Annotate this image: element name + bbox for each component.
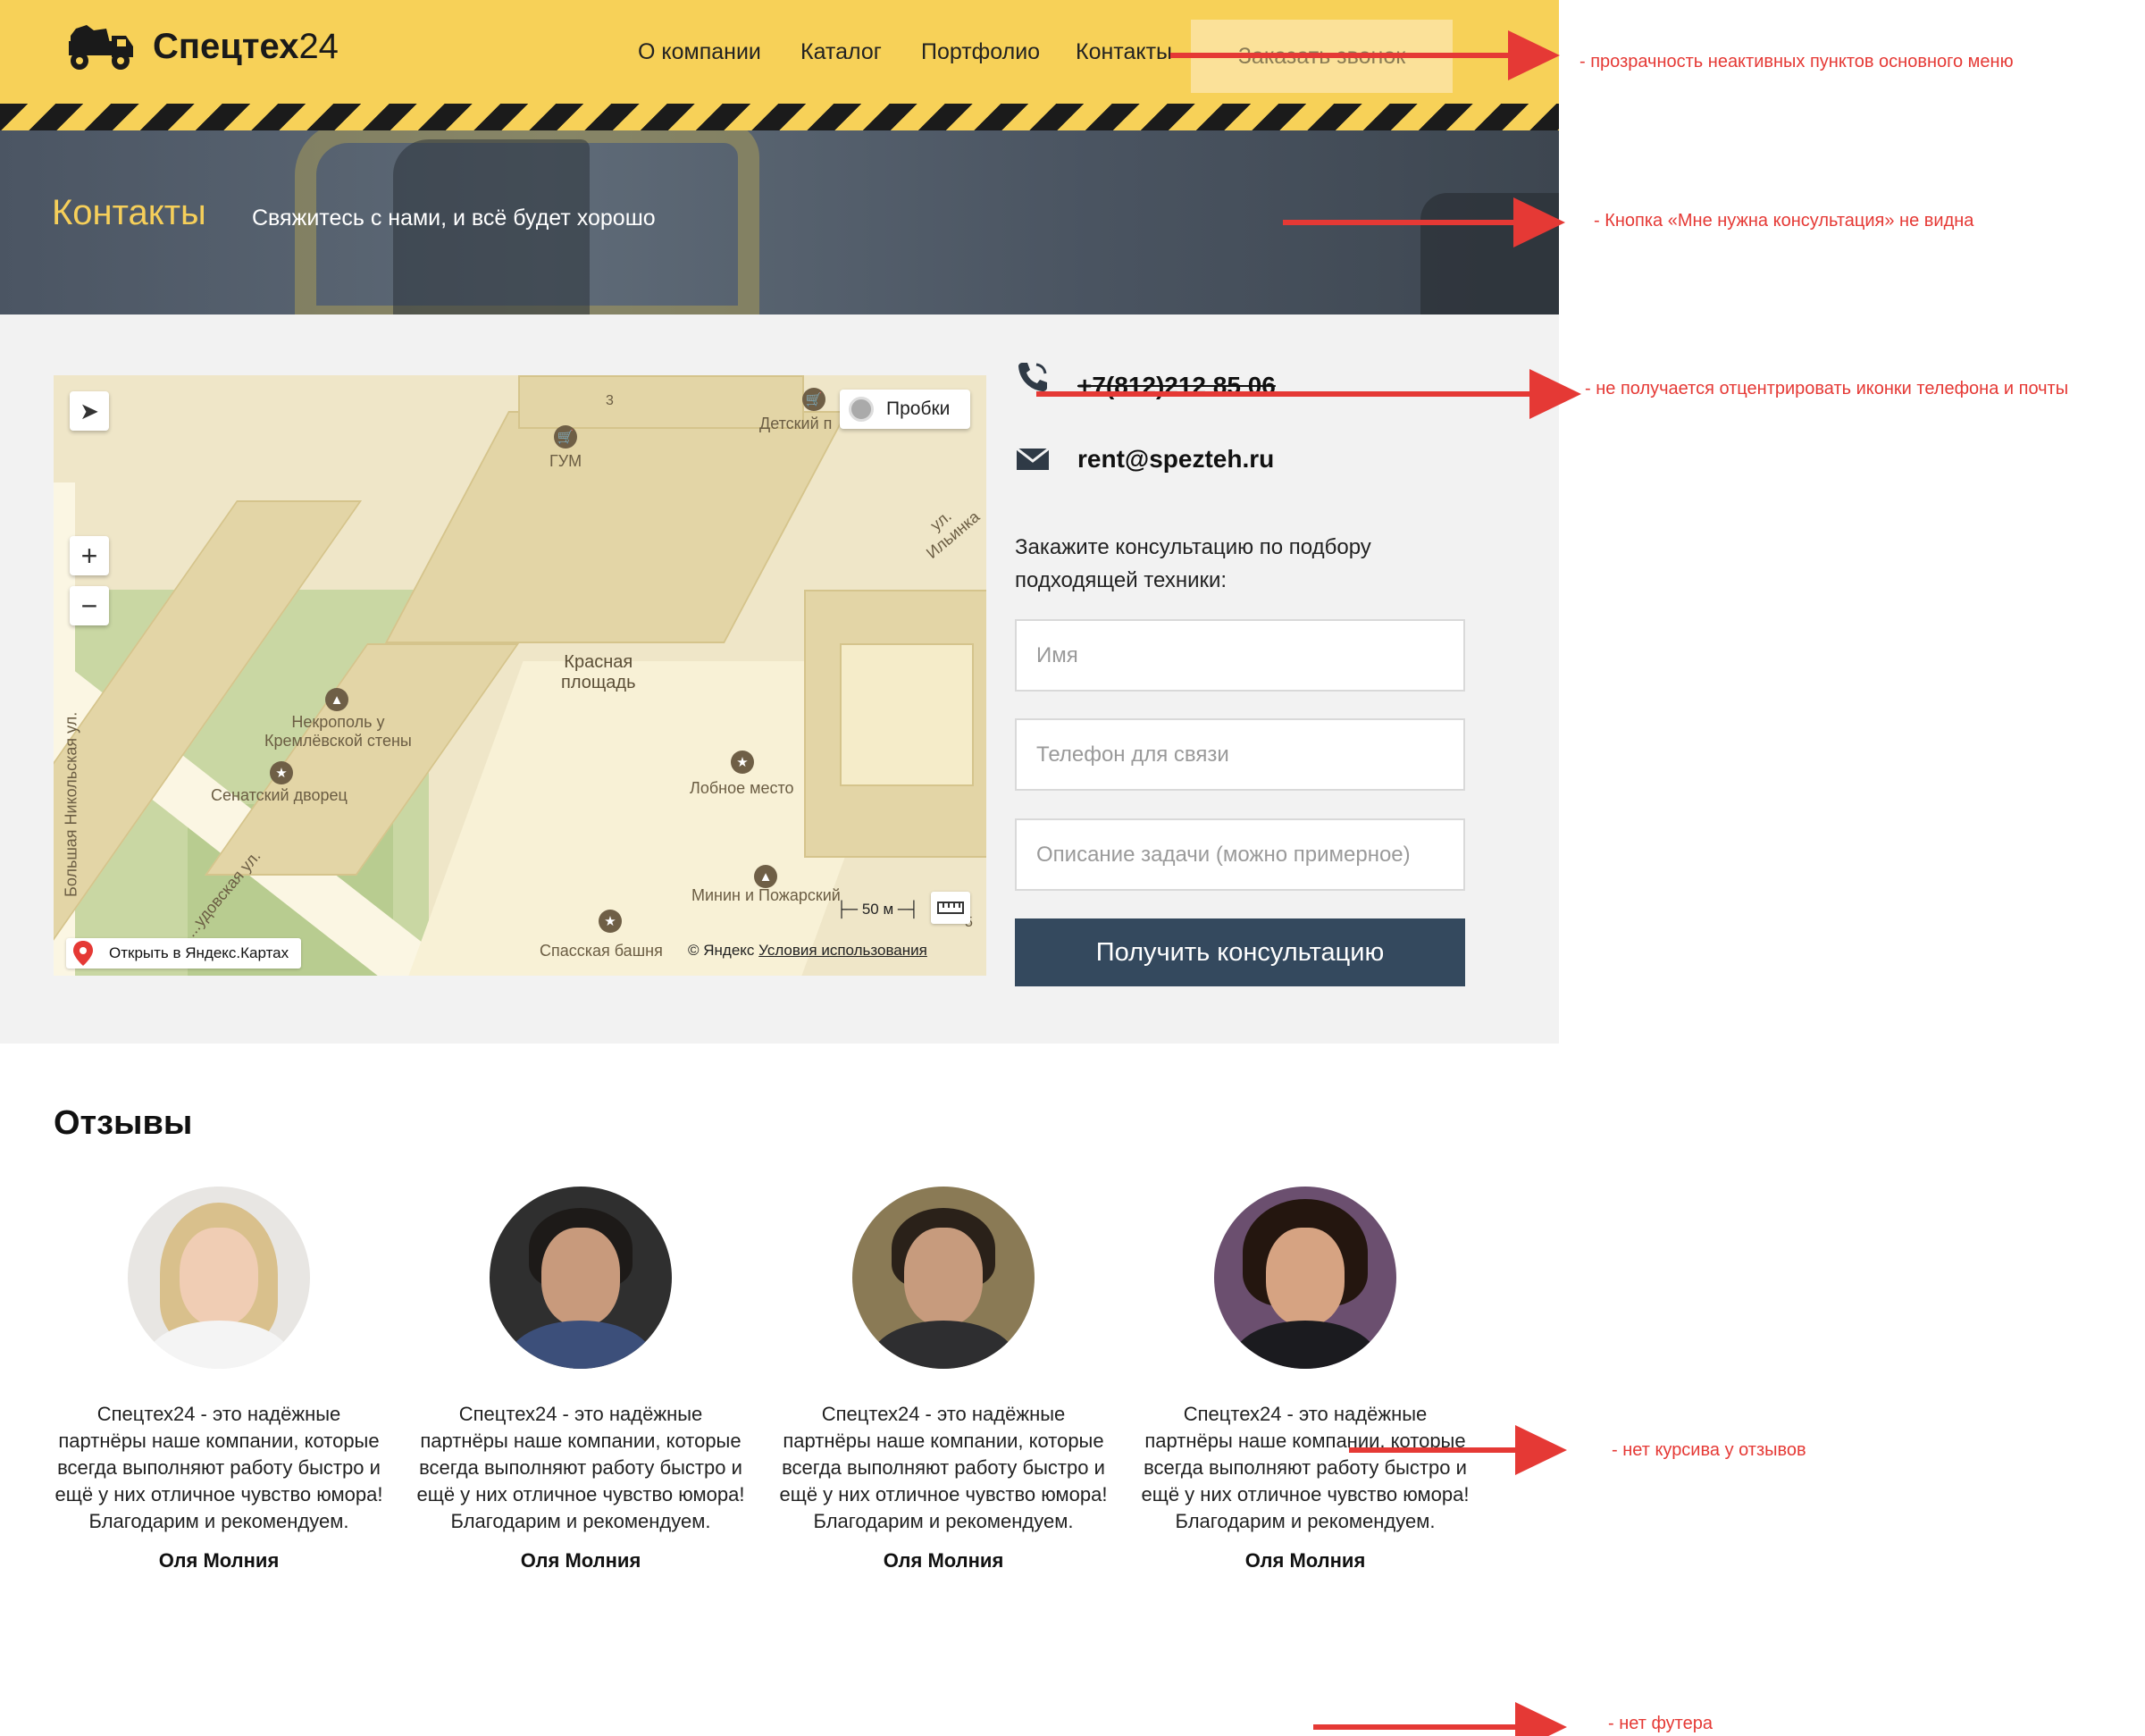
monument-icon: ▲ bbox=[754, 865, 777, 888]
map-terms-link[interactable]: Условия использования bbox=[758, 942, 927, 959]
annotation-note: - Кнопка «Мне нужна консультация» не вид… bbox=[1594, 211, 1974, 231]
review-card: Спецтех24 - это надёжные партнёры наше к… bbox=[778, 1187, 1109, 1572]
star-icon: ★ bbox=[599, 910, 622, 933]
traffic-light-icon bbox=[849, 397, 874, 422]
logo-text: Спецтех24 bbox=[153, 26, 339, 66]
dump-truck-icon bbox=[69, 25, 133, 70]
map-label-lobnoe: Лобное место bbox=[690, 779, 794, 797]
review-card: Спецтех24 - это надёжные партнёры наше к… bbox=[54, 1187, 384, 1572]
envelope-icon bbox=[1016, 447, 1050, 470]
review-text: Спецтех24 - это надёжные партнёры наше к… bbox=[1141, 1403, 1470, 1532]
ruler-button[interactable] bbox=[931, 892, 970, 924]
review-text: Спецтех24 - это надёжные партнёры наше к… bbox=[54, 1403, 383, 1532]
map-pin-icon bbox=[73, 941, 93, 966]
reviews-title: Отзывы bbox=[54, 1104, 193, 1142]
map-building-yard bbox=[840, 643, 974, 786]
map-label-senate: Сенатский дворец bbox=[211, 786, 348, 804]
annotation-arrow bbox=[1036, 391, 1540, 397]
geolocation-button[interactable]: ➤ bbox=[70, 391, 109, 431]
review-text: Спецтех24 - это надёжные партнёры наше к… bbox=[416, 1403, 745, 1532]
avatar bbox=[128, 1187, 310, 1369]
annotation-note: - нет курсива у отзывов bbox=[1612, 1440, 1806, 1460]
annotation-arrow-head bbox=[1515, 1425, 1567, 1475]
consultation-intro: Закажите консультацию по подбору подходя… bbox=[1015, 535, 1371, 592]
traffic-button[interactable]: Пробки bbox=[840, 390, 970, 429]
map-label-gum: ГУМ bbox=[549, 452, 582, 470]
site-header: Спецтех24 О компании Каталог Портфолио К… bbox=[0, 0, 1559, 130]
shop-icon: 🛒 bbox=[802, 388, 825, 411]
yandex-map[interactable]: ГУМ 🛒 Детский п 🛒 3 ул. Ильинка Красная п… bbox=[54, 375, 986, 976]
annotation-arrow bbox=[1283, 220, 1524, 225]
map-label-necropolis: Некрополь у Кремлёвской стены bbox=[264, 713, 412, 750]
map-building-gum bbox=[384, 411, 849, 643]
annotation-arrow bbox=[1170, 53, 1519, 58]
star-icon: ★ bbox=[731, 751, 754, 774]
open-in-yandex-maps-link[interactable]: Открыть в Яндекс.Картах bbox=[66, 938, 302, 969]
avatar bbox=[852, 1187, 1035, 1369]
annotation-note: - прозрачность неактивных пунктов основн… bbox=[1579, 52, 2014, 71]
email-address[interactable]: rent@spezteh.ru bbox=[1077, 445, 1274, 474]
map-label-detsky: Детский п bbox=[759, 415, 833, 432]
page-subtitle: Свяжитесь с нами, и всё будет хорошо bbox=[252, 205, 656, 231]
ruler-icon bbox=[937, 902, 964, 914]
map-scale: ├─ 50 м ─┤ bbox=[836, 901, 919, 918]
review-card: Спецтех24 - это надёжные партнёры наше к… bbox=[1140, 1187, 1470, 1572]
name-input[interactable] bbox=[1015, 619, 1465, 692]
zoom-in-button[interactable]: + bbox=[70, 536, 109, 575]
nav-item-portfolio[interactable]: Портфолио bbox=[921, 39, 1040, 65]
hazard-stripe bbox=[0, 104, 1559, 130]
annotation-arrow bbox=[1313, 1724, 1528, 1730]
map-label-minin: Минин и Пожарский bbox=[691, 886, 841, 904]
annotation-arrow-head bbox=[1529, 369, 1581, 419]
review-author: Оля Молния bbox=[1244, 1549, 1366, 1572]
phone-icon bbox=[1018, 363, 1047, 391]
review-text: Спецтех24 - это надёжные партнёры наше к… bbox=[779, 1403, 1108, 1532]
email-row: rent@spezteh.ru bbox=[1015, 441, 1274, 477]
map-label-number: 3 bbox=[606, 393, 614, 408]
monument-icon: ▲ bbox=[325, 688, 348, 711]
zoom-out-button[interactable]: − bbox=[70, 586, 109, 625]
annotation-arrow-head bbox=[1515, 1702, 1567, 1736]
nav-item-contacts[interactable]: Контакты bbox=[1076, 39, 1172, 65]
annotation-arrow-head bbox=[1513, 197, 1565, 247]
map-label-nikolskaya: Большая Никольская ул. bbox=[62, 711, 80, 897]
avatar bbox=[490, 1187, 672, 1369]
map-label-red-square: Красная площадь bbox=[561, 652, 636, 692]
nav-item-catalog[interactable]: Каталог bbox=[800, 39, 882, 65]
nav-item-about[interactable]: О компании bbox=[638, 39, 761, 65]
map-copyright: © Яндекс Условия использования bbox=[688, 942, 927, 960]
get-consultation-button[interactable]: Получить консультацию bbox=[1015, 918, 1465, 986]
page-title: Контакты bbox=[52, 193, 206, 232]
phone-input[interactable] bbox=[1015, 718, 1465, 791]
star-icon: ★ bbox=[270, 761, 293, 784]
shop-icon: 🛒 bbox=[554, 425, 577, 449]
review-author: Оля Молния bbox=[883, 1549, 1004, 1572]
review-card: Спецтех24 - это надёжные партнёры наше к… bbox=[415, 1187, 746, 1572]
traffic-label: Пробки bbox=[886, 398, 951, 419]
review-author: Оля Молния bbox=[520, 1549, 641, 1572]
annotation-note: - нет футера bbox=[1608, 1714, 1713, 1733]
avatar bbox=[1214, 1187, 1396, 1369]
review-author: Оля Молния bbox=[158, 1549, 280, 1572]
annotation-arrow-head bbox=[1508, 30, 1560, 80]
map-label-spasskaya: Спасская башня bbox=[540, 942, 663, 960]
logo[interactable]: Спецтех24 bbox=[67, 20, 339, 73]
map-copyright-text: © Яндекс bbox=[688, 942, 755, 959]
annotation-note: - не получается отцентрировать иконки те… bbox=[1585, 379, 2069, 398]
open-in-yandex-maps-label: Открыть в Яндекс.Картах bbox=[109, 944, 289, 961]
task-description-input[interactable] bbox=[1015, 818, 1465, 891]
map-label-ilyinka: ул. Ильинка bbox=[922, 507, 984, 562]
